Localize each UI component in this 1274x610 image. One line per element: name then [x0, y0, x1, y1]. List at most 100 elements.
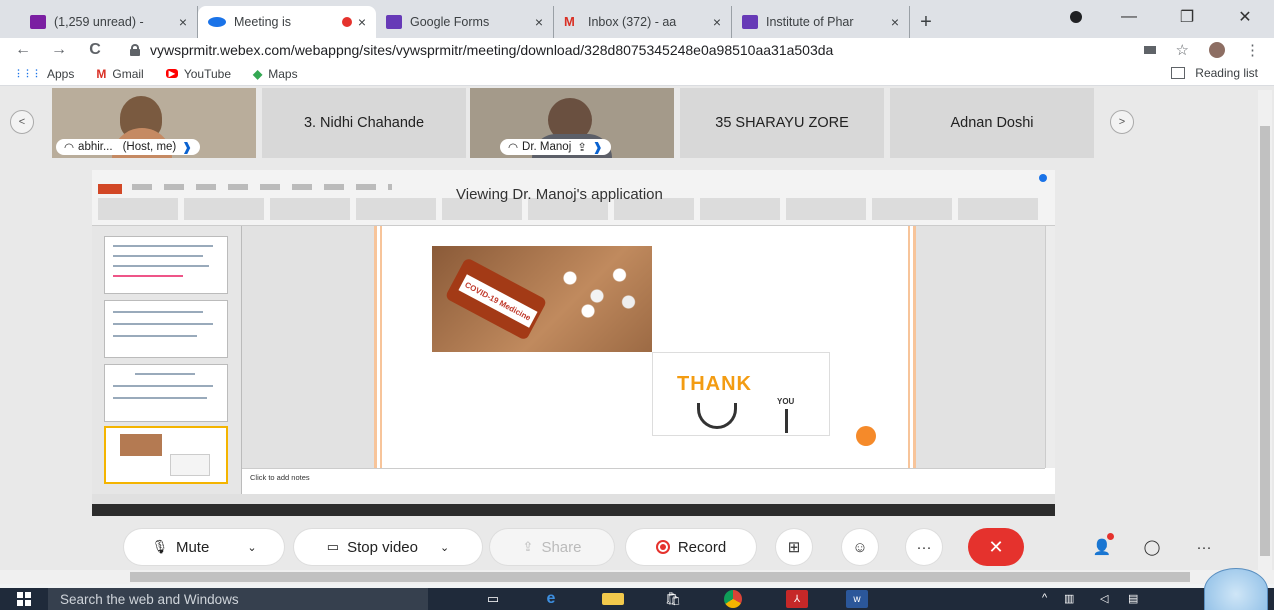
more-dots-icon: ···: [916, 538, 932, 556]
store-icon[interactable]: 🛍: [662, 590, 684, 608]
edge-icon[interactable]: e: [540, 590, 562, 608]
scrollbar-thumb[interactable]: [1260, 126, 1270, 556]
volume-icon[interactable]: ◁: [1100, 592, 1108, 605]
acrobat-icon[interactable]: ⅄: [786, 590, 808, 608]
panel-more-button[interactable]: ···: [1186, 529, 1222, 565]
record-button[interactable]: Record: [626, 529, 756, 565]
app-title-bar: [92, 170, 1055, 182]
bookmark-label: Gmail: [112, 66, 144, 81]
notifications-icon[interactable]: ▤: [1128, 592, 1138, 605]
tab-inbox[interactable]: M Inbox (372) - aa ×: [554, 6, 732, 38]
chevron-down-icon: ⌄: [439, 541, 450, 554]
participant-tile-manoj[interactable]: ◠ Dr. Manoj ⇪ ❱: [470, 88, 674, 158]
tab-mail[interactable]: (1,259 unread) - ×: [20, 6, 198, 38]
slide-thumbnails-panel: [92, 226, 242, 494]
close-icon[interactable]: ×: [891, 14, 899, 30]
tab-label: Inbox (372) - aa: [588, 15, 677, 29]
apps-button[interactable]: ⊞: [776, 529, 812, 565]
participant-name: 35 SHARAYU ZORE: [715, 115, 849, 131]
participant-tile-nidhi[interactable]: 3. Nidhi Chahande: [262, 88, 466, 158]
end-meeting-button[interactable]: ✕: [968, 528, 1024, 566]
tab-institute[interactable]: Institute of Phar ×: [732, 6, 910, 38]
address-bar[interactable]: vywsprmitr.webex.com/webappng/sites/vyws…: [130, 42, 833, 58]
scrollbar-thumb[interactable]: [130, 572, 1190, 582]
bookmark-maps[interactable]: ◆ Maps: [253, 67, 298, 81]
share-title: Viewing Dr. Manoj's application: [456, 186, 663, 203]
audio-level-icon: ❱: [182, 142, 192, 154]
apps-grid-icon: ⊞: [787, 539, 801, 556]
forms-icon: [386, 15, 402, 29]
participant-tile-host[interactable]: ◠ abhir... (Host, me) ❱: [52, 88, 256, 158]
chrome-icon[interactable]: [724, 590, 742, 608]
forms-icon: [742, 15, 758, 29]
forward-button[interactable]: →: [46, 41, 72, 59]
address-toolbar: ← → C vywsprmitr.webex.com/webappng/site…: [0, 38, 1274, 62]
restore-button[interactable]: ❐: [1164, 0, 1210, 34]
tab-google-forms[interactable]: Google Forms ×: [376, 6, 554, 38]
more-options-button[interactable]: ···: [906, 529, 942, 565]
stop-video-button[interactable]: ▭ Stop video ⌄: [294, 529, 482, 565]
word-icon[interactable]: w: [846, 590, 868, 608]
participant-tile-adnan[interactable]: Adnan Doshi: [890, 88, 1094, 158]
participants-button[interactable]: 👤: [1084, 529, 1120, 565]
notification-dot: [1107, 533, 1114, 540]
share-button[interactable]: ⇪ Share: [490, 529, 614, 565]
file-explorer-icon[interactable]: [602, 593, 624, 605]
browser-window: (1,259 unread) - × Meeting is × Google F…: [0, 0, 1274, 610]
sharing-icon: ⇪: [577, 142, 587, 154]
tray-chevron-icon[interactable]: ^: [1042, 592, 1047, 604]
back-button[interactable]: ←: [10, 41, 36, 59]
page-vertical-scrollbar[interactable]: [1258, 90, 1272, 570]
participant-role: (Host, me): [122, 141, 177, 153]
task-view-icon[interactable]: ▭: [482, 590, 504, 608]
share-icon: ⇪: [522, 539, 534, 554]
file-tab: [98, 184, 122, 194]
shared-screen[interactable]: COVID-19 Medicine THANK YOU Click to add…: [92, 170, 1055, 516]
camera-icon[interactable]: [1143, 46, 1156, 54]
chat-button[interactable]: ◯: [1134, 529, 1170, 565]
powerpoint-app-icon: [1039, 174, 1047, 182]
bookmark-youtube[interactable]: ▶ YouTube: [165, 66, 232, 81]
tab-meeting[interactable]: Meeting is ×: [198, 6, 376, 38]
window-close-button[interactable]: ✕: [1222, 0, 1268, 34]
profile-avatar[interactable]: [1209, 42, 1225, 58]
start-button[interactable]: [0, 588, 48, 610]
mute-button[interactable]: 🎙 Mute ⌄: [124, 529, 284, 565]
bookmark-apps[interactable]: ⋮⋮⋮ Apps: [14, 67, 74, 81]
reading-list-button[interactable]: Reading list: [1171, 66, 1258, 80]
chat-bubble-icon: ◯: [1143, 539, 1161, 556]
page-horizontal-scrollbar[interactable]: [0, 570, 1274, 584]
network-icon[interactable]: ▥: [1064, 592, 1074, 605]
close-icon[interactable]: ×: [535, 14, 543, 30]
tab-label: Meeting is: [234, 15, 291, 29]
previous-participants-button[interactable]: <: [10, 110, 34, 134]
reload-button[interactable]: C: [82, 41, 108, 59]
participant-tile-sharayu[interactable]: 35 SHARAYU ZORE: [680, 88, 884, 158]
star-icon[interactable]: ☆: [1176, 41, 1189, 59]
slide-thumbnail: [104, 236, 228, 294]
notes-placeholder: Click to add notes: [250, 473, 310, 482]
windows-taskbar: Search the web and Windows ▭ e 🛍 ⅄ w ^ ▥…: [0, 568, 1274, 610]
close-icon[interactable]: ×: [713, 14, 721, 30]
bookmark-gmail[interactable]: M Gmail: [96, 67, 143, 81]
slide-canvas: COVID-19 Medicine THANK YOU: [242, 226, 1045, 468]
profile-dot-icon[interactable]: [1070, 11, 1082, 23]
participant-name: Dr. Manoj: [522, 141, 572, 153]
reading-list-icon: [1171, 67, 1186, 79]
reactions-button[interactable]: ☺: [842, 529, 878, 565]
gmail-icon: M: [564, 14, 575, 29]
minimize-button[interactable]: —: [1106, 0, 1152, 34]
close-icon[interactable]: ×: [358, 14, 366, 30]
notes-pane[interactable]: Click to add notes: [242, 468, 1045, 494]
shared-screen-footer: [92, 504, 1055, 516]
toolbar-actions: ☆ ⋮: [1143, 38, 1260, 62]
medicine-image: COVID-19 Medicine: [432, 246, 652, 352]
new-tab-button[interactable]: +: [910, 6, 942, 38]
slide-scrollbar[interactable]: [1045, 226, 1055, 468]
next-participants-button[interactable]: >: [1110, 110, 1134, 134]
close-icon[interactable]: ×: [179, 14, 187, 30]
menu-dots-icon[interactable]: ⋮: [1245, 41, 1260, 59]
orange-dot-icon: [856, 426, 876, 446]
bookmark-label: YouTube: [183, 66, 232, 81]
taskbar-search[interactable]: Search the web and Windows: [48, 588, 428, 610]
